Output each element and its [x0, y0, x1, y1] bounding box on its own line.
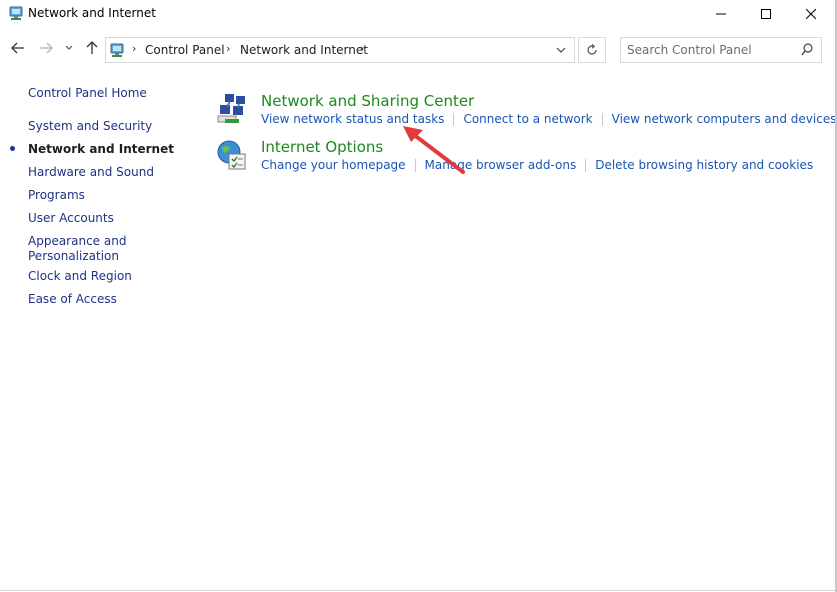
search-input[interactable] — [627, 42, 792, 58]
sidebar-item-network-and-internet[interactable]: Network and Internet — [28, 142, 174, 157]
breadcrumb-separator-icon[interactable]: › — [132, 42, 136, 55]
sidebar-item-clock-and-region[interactable]: Clock and Region — [28, 269, 132, 284]
breadcrumb-separator-icon[interactable]: › — [360, 42, 364, 55]
sidebar-item-user-accounts[interactable]: User Accounts — [28, 211, 114, 226]
recent-locations-button[interactable] — [62, 38, 76, 58]
up-button[interactable] — [82, 38, 102, 58]
address-history-button[interactable] — [550, 41, 572, 59]
sidebar-item-appearance-and-personalization[interactable]: Appearance and Personalization — [28, 234, 138, 264]
forward-button[interactable] — [36, 38, 56, 58]
search-icon — [801, 43, 813, 56]
network-app-icon — [8, 6, 24, 22]
current-page-bullet — [10, 146, 15, 151]
link-divider — [585, 159, 587, 172]
search-box[interactable] — [620, 37, 822, 63]
change-homepage-link[interactable]: Change your homepage — [261, 158, 406, 172]
annotation-arrow-icon — [403, 126, 465, 174]
view-network-computers-link[interactable]: View network computers and devices — [612, 112, 835, 126]
sidebar-item-control-panel-home[interactable]: Control Panel Home — [28, 86, 147, 101]
control-panel-window: Network and Internet › Control Panel › N… — [0, 0, 836, 591]
breadcrumb-separator-icon[interactable]: › — [226, 42, 230, 55]
internet-options-tasks: Change your homepage Manage browser add-o… — [261, 158, 813, 172]
maximize-icon — [761, 9, 771, 19]
internet-options-icon[interactable] — [215, 138, 249, 172]
minimize-button[interactable] — [698, 0, 744, 28]
breadcrumb-control-panel[interactable]: Control Panel — [145, 43, 225, 57]
chevron-down-icon — [556, 47, 566, 53]
close-button[interactable] — [788, 0, 834, 28]
network-and-sharing-center-link[interactable]: Network and Sharing Center — [261, 92, 474, 110]
sidebar-item-ease-of-access[interactable]: Ease of Access — [28, 292, 117, 307]
breadcrumb-network-and-internet[interactable]: Network and Internet — [240, 43, 368, 57]
internet-options-link[interactable]: Internet Options — [261, 138, 383, 156]
refresh-button[interactable] — [578, 37, 606, 63]
sidebar-item-system-and-security[interactable]: System and Security — [28, 119, 152, 134]
chevron-down-icon — [65, 45, 73, 50]
sidebar-item-hardware-and-sound[interactable]: Hardware and Sound — [28, 165, 154, 180]
network-sharing-center-icon[interactable] — [215, 92, 249, 126]
arrow-up-icon — [86, 41, 98, 54]
network-and-sharing-center-tasks: View network status and tasks Connect to … — [261, 112, 835, 126]
minimize-icon — [716, 13, 726, 15]
navigation-bar: › Control Panel › Network and Internet › — [0, 32, 835, 66]
title-bar[interactable]: Network and Internet — [0, 0, 835, 28]
control-panel-icon — [110, 42, 126, 58]
refresh-icon — [587, 44, 597, 55]
window-title: Network and Internet — [28, 6, 156, 20]
link-divider — [601, 113, 603, 126]
address-bar[interactable]: › Control Panel › Network and Internet › — [105, 37, 575, 63]
arrow-left-icon — [11, 42, 24, 54]
sidebar-item-programs[interactable]: Programs — [28, 188, 85, 203]
back-button[interactable] — [8, 38, 28, 58]
delete-browsing-history-link[interactable]: Delete browsing history and cookies — [595, 158, 813, 172]
close-icon — [806, 9, 816, 19]
arrow-right-icon — [40, 42, 53, 54]
connect-to-network-link[interactable]: Connect to a network — [463, 112, 592, 126]
maximize-button[interactable] — [743, 0, 789, 28]
